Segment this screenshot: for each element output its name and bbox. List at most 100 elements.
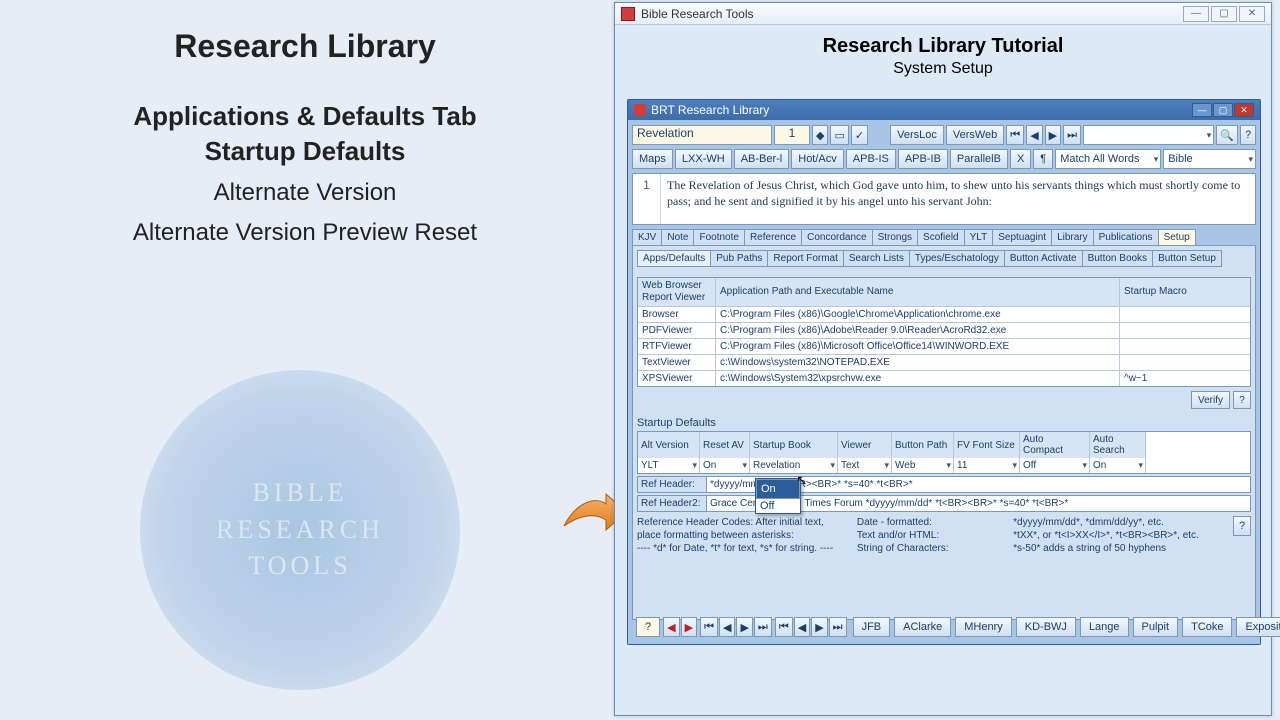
sd-value-fvfontsize[interactable]: 11: [954, 458, 1020, 473]
verify-help-icon[interactable]: ?: [1233, 391, 1251, 409]
tab-concordance[interactable]: Concordance: [801, 229, 872, 245]
viewer-macro-field[interactable]: ^w~1: [1120, 371, 1250, 386]
nav-last-button[interactable]: ⏭: [1063, 125, 1081, 145]
set2-last-button[interactable]: ⏭: [829, 617, 847, 637]
toolbar2-lxxwh[interactable]: LXX-WH: [675, 149, 732, 169]
viewer-macro-field[interactable]: [1120, 355, 1250, 370]
sd-value-altversion[interactable]: YLT: [638, 458, 700, 473]
commentary-tcoke[interactable]: TCoke: [1182, 617, 1232, 637]
search-scope-select[interactable]: Bible: [1163, 149, 1256, 169]
nav-prev-button[interactable]: ◀: [1026, 125, 1042, 145]
tab-setup[interactable]: Setup: [1158, 229, 1196, 245]
sd-value-autosearch[interactable]: On: [1090, 458, 1146, 473]
chapter-field[interactable]: 1: [774, 125, 810, 145]
sd-value-viewer[interactable]: Text: [838, 458, 892, 473]
commentary-lange[interactable]: Lange: [1080, 617, 1129, 637]
logo-l3: TOOLS: [216, 548, 384, 584]
viewer-path-field[interactable]: c:\Windows\system32\NOTEPAD.EXE: [716, 355, 1120, 370]
red-next-button[interactable]: ▶: [681, 617, 697, 637]
subtab-searchlists[interactable]: Search Lists: [843, 250, 910, 267]
set1-next-button[interactable]: ▶: [736, 617, 752, 637]
sd-value-buttonpath[interactable]: Web: [892, 458, 954, 473]
set1-last-button[interactable]: ⏭: [754, 617, 772, 637]
commentary-aclarke[interactable]: AClarke: [894, 617, 951, 637]
ref-header2-label: Ref Header2:: [637, 495, 707, 512]
check-icon[interactable]: ✓: [851, 125, 868, 145]
toolbar2-abberl[interactable]: AB-Ber-l: [734, 149, 790, 169]
viewer-macro-field[interactable]: [1120, 323, 1250, 338]
inner-close-button[interactable]: ✕: [1234, 103, 1254, 117]
versweb-button[interactable]: VersWeb: [946, 125, 1004, 145]
tab-note[interactable]: Note: [661, 229, 694, 245]
outer-titlebar[interactable]: Bible Research Tools — ▢ ✕: [615, 3, 1271, 25]
set1-prev-button[interactable]: ◀: [719, 617, 735, 637]
versloc-button[interactable]: VersLoc: [890, 125, 944, 145]
codes-help-icon[interactable]: ?: [1233, 516, 1251, 536]
toolbar2-maps[interactable]: Maps: [632, 149, 673, 169]
eraser-icon[interactable]: ◆: [812, 125, 828, 145]
inner-minimize-button[interactable]: —: [1192, 103, 1212, 117]
reset-av-dropdown[interactable]: On Off: [755, 478, 801, 514]
close-button[interactable]: ✕: [1239, 6, 1265, 22]
tab-publications[interactable]: Publications: [1093, 229, 1159, 245]
toolbar2-hotacv[interactable]: Hot/Acv: [791, 149, 844, 169]
red-prev-button[interactable]: ◀: [663, 617, 679, 637]
toolbar2-parallelb[interactable]: ParallelB: [950, 149, 1008, 169]
commentary-pulpit[interactable]: Pulpit: [1133, 617, 1179, 637]
commentary-kd-bwj[interactable]: KD-BWJ: [1016, 617, 1076, 637]
nav-first-button[interactable]: ⏮: [1006, 125, 1024, 145]
toolbar2-apbis[interactable]: APB-IS: [846, 149, 896, 169]
subtab-appsdefaults[interactable]: Apps/Defaults: [637, 250, 711, 267]
toolbar2-x[interactable]: X: [1010, 149, 1031, 169]
codes-col2: Date - formatted: Text and/or HTML: Stri…: [857, 516, 1005, 555]
inner-titlebar[interactable]: BRT Research Library — ▢ ✕: [628, 100, 1260, 120]
match-mode-select[interactable]: Match All Words: [1055, 149, 1161, 169]
binoculars-icon[interactable]: 🔍: [1216, 125, 1238, 145]
sd-value-resetav[interactable]: On: [700, 458, 750, 473]
viewer-macro-field[interactable]: [1120, 339, 1250, 354]
dropdown-option-on[interactable]: On: [756, 479, 800, 499]
tab-strongs[interactable]: Strongs: [872, 229, 918, 245]
sd-value-startupbook[interactable]: Revelation: [750, 458, 838, 473]
viewer-path-field[interactable]: c:\Windows\System32\xpsrchvw.exe: [716, 371, 1120, 386]
book-field[interactable]: Revelation: [632, 125, 772, 145]
subtab-buttonbooks[interactable]: Button Books: [1082, 250, 1153, 267]
viewer-macro-field[interactable]: [1120, 307, 1250, 322]
set2-prev-button[interactable]: ◀: [794, 617, 810, 637]
commentary-expositor[interactable]: Expositor: [1236, 617, 1280, 637]
subtab-buttonactivate[interactable]: Button Activate: [1004, 250, 1083, 267]
bottom-help-icon[interactable]: ?: [636, 617, 660, 637]
dropdown-option-off[interactable]: Off: [756, 499, 800, 513]
minimize-button[interactable]: —: [1183, 6, 1209, 22]
set1-first-button[interactable]: ⏮: [700, 617, 718, 637]
viewer-path-field[interactable]: C:\Program Files (x86)\Microsoft Office\…: [716, 339, 1120, 354]
tab-ylt[interactable]: YLT: [964, 229, 994, 245]
set2-next-button[interactable]: ▶: [811, 617, 827, 637]
tab-septuagint[interactable]: Septuagint: [992, 229, 1052, 245]
maximize-button[interactable]: ▢: [1211, 6, 1237, 22]
viewer-path-field[interactable]: C:\Program Files (x86)\Google\Chrome\App…: [716, 307, 1120, 322]
tab-footnote[interactable]: Footnote: [693, 229, 744, 245]
toolbar2-[interactable]: ¶: [1033, 149, 1053, 169]
subtab-typeseschatology[interactable]: Types/Eschatology: [909, 250, 1005, 267]
tab-scofield[interactable]: Scofield: [917, 229, 965, 245]
tab-library[interactable]: Library: [1051, 229, 1094, 245]
set2-first-button[interactable]: ⏮: [775, 617, 793, 637]
nav-next-button[interactable]: ▶: [1045, 125, 1061, 145]
toolbar2-apbib[interactable]: APB-IB: [898, 149, 948, 169]
tab-reference[interactable]: Reference: [744, 229, 802, 245]
subtab-buttonsetup[interactable]: Button Setup: [1152, 250, 1222, 267]
sd-value-autocompact[interactable]: Off: [1020, 458, 1090, 473]
inner-maximize-button[interactable]: ▢: [1213, 103, 1233, 117]
nav-select[interactable]: [1083, 125, 1214, 145]
commentary-jfb[interactable]: JFB: [853, 617, 891, 637]
commentary-mhenry[interactable]: MHenry: [955, 617, 1012, 637]
subtab-pubpaths[interactable]: Pub Paths: [710, 250, 768, 267]
tab-kjv[interactable]: KJV: [632, 229, 662, 245]
subtab-reportformat[interactable]: Report Format: [767, 250, 843, 267]
verify-button[interactable]: Verify: [1191, 391, 1230, 409]
help-icon[interactable]: ?: [1240, 125, 1256, 145]
book-icon[interactable]: ▭: [830, 125, 848, 145]
viewer-path-field[interactable]: C:\Program Files (x86)\Adobe\Reader 9.0\…: [716, 323, 1120, 338]
table-row: BrowserC:\Program Files (x86)\Google\Chr…: [638, 306, 1250, 322]
